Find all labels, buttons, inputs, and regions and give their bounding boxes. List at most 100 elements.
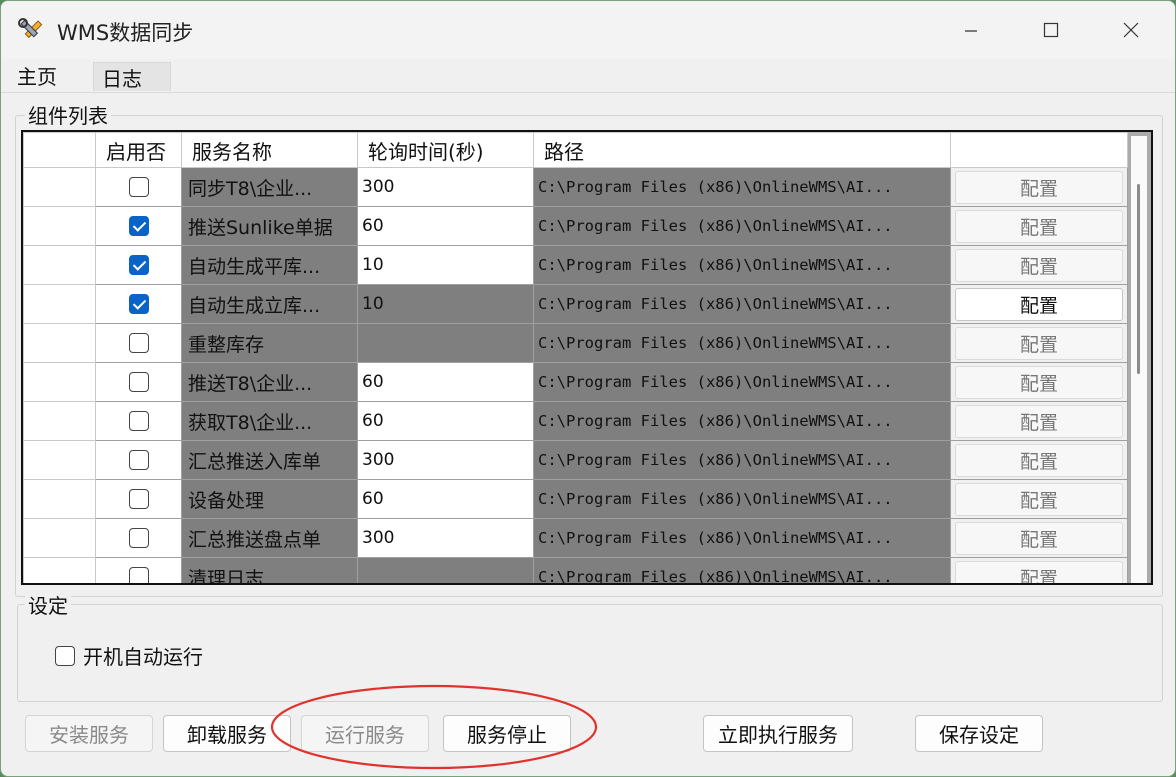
- enabled-cell[interactable]: [95, 245, 182, 285]
- config-button[interactable]: 配置: [955, 209, 1123, 243]
- enabled-cell[interactable]: [95, 167, 182, 207]
- table-row[interactable]: 清理日志 C:\Program Files (x86)\OnlineWMS\AI.…: [23, 557, 1128, 583]
- poll-interval-cell[interactable]: 300: [357, 167, 534, 207]
- enabled-cell[interactable]: [95, 440, 182, 480]
- row-header[interactable]: [23, 401, 96, 441]
- config-button[interactable]: 配置: [955, 365, 1123, 399]
- path-cell: C:\Program Files (x86)\OnlineWMS\AI...: [533, 518, 951, 558]
- table-row[interactable]: 汇总推送盘点单 300 C:\Program Files (x86)\OnlineW…: [23, 518, 1128, 558]
- services-grid[interactable]: 启用否 服务名称 轮询时间(秒) 路径 同步T8\企业... 300 C:\Prog…: [21, 130, 1153, 585]
- scrollbar-thumb[interactable]: [1137, 184, 1140, 374]
- enabled-cell[interactable]: [95, 284, 182, 324]
- col-header-path[interactable]: 路径: [533, 132, 951, 168]
- table-row[interactable]: 汇总推送入库单 300 C:\Program Files (x86)\OnlineW…: [23, 440, 1128, 480]
- poll-interval-cell[interactable]: 60: [357, 362, 534, 402]
- autorun-checkbox[interactable]: [55, 645, 75, 666]
- service-name-cell: 汇总推送盘点单: [181, 518, 358, 558]
- enabled-checkbox[interactable]: [128, 294, 149, 315]
- config-button[interactable]: 配置: [955, 170, 1123, 204]
- config-cell: 配置: [950, 362, 1128, 402]
- minimize-button[interactable]: [941, 11, 1001, 49]
- service-name-cell: 重整库存: [181, 323, 358, 363]
- enabled-checkbox[interactable]: [128, 450, 149, 471]
- poll-interval-cell[interactable]: 300: [357, 518, 534, 558]
- enabled-cell[interactable]: [95, 401, 182, 441]
- row-header[interactable]: [23, 557, 96, 583]
- row-header[interactable]: [23, 479, 96, 519]
- config-button[interactable]: 配置: [955, 521, 1123, 555]
- run-now-button[interactable]: 立即执行服务: [703, 715, 853, 752]
- poll-interval-cell[interactable]: 10: [357, 284, 534, 324]
- poll-interval-cell[interactable]: [357, 323, 534, 363]
- config-button[interactable]: 配置: [955, 248, 1123, 282]
- config-button[interactable]: 配置: [955, 482, 1123, 516]
- path-cell: C:\Program Files (x86)\OnlineWMS\AI...: [533, 401, 951, 441]
- uninstall-service-button[interactable]: 卸载服务: [163, 715, 291, 752]
- enabled-cell[interactable]: [95, 206, 182, 246]
- row-header[interactable]: [23, 362, 96, 402]
- config-button[interactable]: 配置: [955, 326, 1123, 360]
- enabled-checkbox[interactable]: [128, 567, 149, 583]
- col-header-name[interactable]: 服务名称: [181, 132, 358, 168]
- minimize-icon: [965, 30, 977, 32]
- table-row[interactable]: 重整库存 C:\Program Files (x86)\OnlineWMS\AI.…: [23, 323, 1128, 363]
- enabled-checkbox[interactable]: [128, 411, 149, 432]
- enabled-checkbox[interactable]: [128, 528, 149, 549]
- tab-log[interactable]: 日志: [93, 62, 171, 91]
- maximize-button[interactable]: [1021, 11, 1081, 49]
- run-service-button[interactable]: 运行服务: [301, 715, 429, 752]
- enabled-checkbox[interactable]: [128, 489, 149, 510]
- enabled-checkbox[interactable]: [128, 177, 149, 198]
- window-title: WMS数据同步: [57, 21, 194, 45]
- enabled-cell[interactable]: [95, 557, 182, 583]
- title-bar[interactable]: WMS数据同步: [1, 1, 1175, 59]
- component-list-label: 组件列表: [25, 100, 111, 129]
- enabled-cell[interactable]: [95, 518, 182, 558]
- poll-interval-cell[interactable]: 10: [357, 245, 534, 285]
- save-settings-button[interactable]: 保存设定: [915, 715, 1043, 752]
- row-header[interactable]: [23, 440, 96, 480]
- config-cell: 配置: [950, 440, 1128, 480]
- row-header[interactable]: [23, 206, 96, 246]
- close-button[interactable]: [1101, 11, 1161, 49]
- tab-home[interactable]: 主页: [3, 59, 85, 91]
- poll-interval-cell[interactable]: 60: [357, 206, 534, 246]
- row-header[interactable]: [23, 167, 96, 207]
- config-button[interactable]: 配置: [955, 560, 1123, 583]
- table-row[interactable]: 推送Sunlike单据 60 C:\Program Files (x86)\Onli…: [23, 206, 1128, 246]
- enabled-cell[interactable]: [95, 479, 182, 519]
- config-cell: 配置: [950, 245, 1128, 285]
- table-row[interactable]: 获取T8\企业... 60 C:\Program Files (x86)\Onlin…: [23, 401, 1128, 441]
- install-service-button[interactable]: 安装服务: [25, 715, 153, 752]
- vertical-scrollbar[interactable]: [1131, 136, 1147, 583]
- enabled-cell[interactable]: [95, 323, 182, 363]
- table-row[interactable]: 自动生成平库... 10 C:\Program Files (x86)\Online…: [23, 245, 1128, 285]
- row-header[interactable]: [23, 518, 96, 558]
- table-row[interactable]: 同步T8\企业... 300 C:\Program Files (x86)\Onli…: [23, 167, 1128, 207]
- config-button[interactable]: 配置: [955, 404, 1123, 438]
- poll-interval-cell[interactable]: [357, 557, 534, 583]
- stop-service-button[interactable]: 服务停止: [443, 715, 571, 752]
- service-name-cell: 设备处理: [181, 479, 358, 519]
- config-button[interactable]: 配置: [955, 287, 1123, 321]
- row-header[interactable]: [23, 245, 96, 285]
- enabled-checkbox[interactable]: [128, 216, 149, 237]
- col-header-enabled[interactable]: 启用否: [95, 132, 182, 168]
- table-row[interactable]: 自动生成立库... 10 C:\Program Files (x86)\Online…: [23, 284, 1128, 324]
- table-row[interactable]: 设备处理 60 C:\Program Files (x86)\OnlineWMS\A…: [23, 479, 1128, 519]
- config-button[interactable]: 配置: [955, 443, 1123, 477]
- enabled-checkbox[interactable]: [128, 255, 149, 276]
- close-icon: [1123, 22, 1139, 38]
- row-header[interactable]: [23, 323, 96, 363]
- col-header-poll[interactable]: 轮询时间(秒): [357, 132, 534, 168]
- enabled-checkbox[interactable]: [128, 333, 149, 354]
- enabled-cell[interactable]: [95, 362, 182, 402]
- table-row[interactable]: 推送T8\企业... 60 C:\Program Files (x86)\Onlin…: [23, 362, 1128, 402]
- poll-interval-cell[interactable]: 300: [357, 440, 534, 480]
- poll-interval-cell[interactable]: 60: [357, 479, 534, 519]
- poll-interval-cell[interactable]: 60: [357, 401, 534, 441]
- row-header[interactable]: [23, 284, 96, 324]
- enabled-checkbox[interactable]: [128, 372, 149, 393]
- autorun-option[interactable]: 开机自动运行: [55, 641, 203, 670]
- service-name-cell: 推送Sunlike单据: [181, 206, 358, 246]
